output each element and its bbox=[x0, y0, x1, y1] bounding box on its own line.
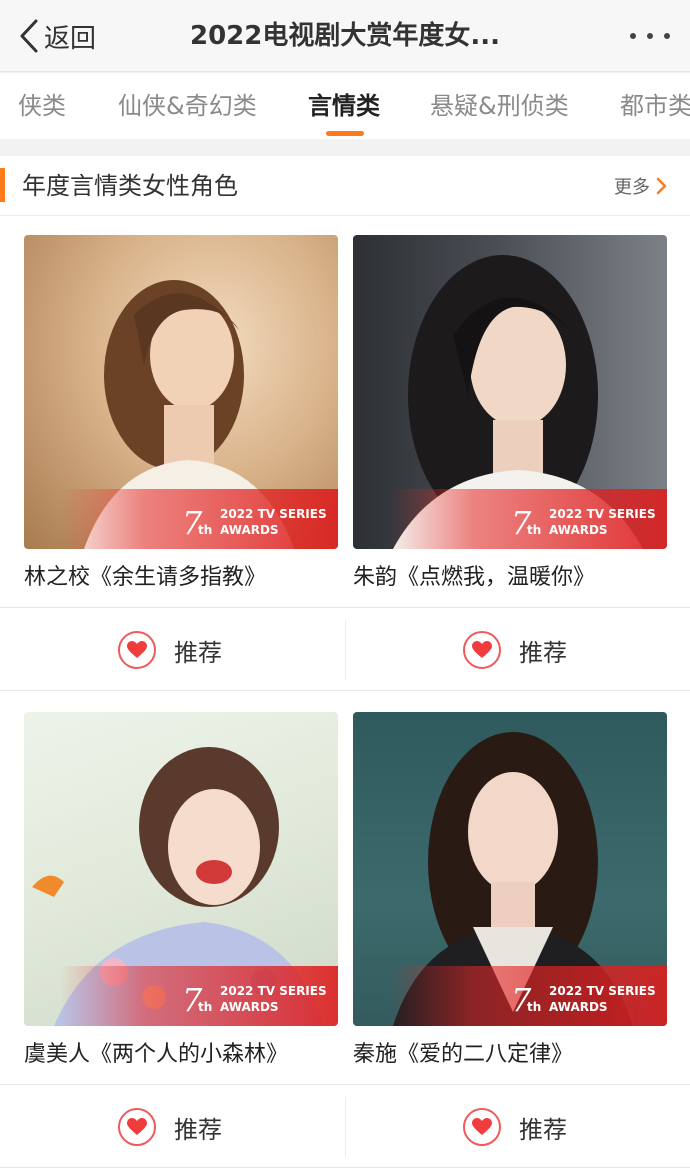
recommend-label: 推荐 bbox=[519, 638, 567, 667]
nominee-caption: 秦施《爱的二八定律》 bbox=[353, 1042, 574, 1067]
more-label: 更多 bbox=[614, 177, 650, 198]
more-link[interactable]: 更多 bbox=[614, 156, 668, 216]
recommend-label: 推荐 bbox=[174, 638, 222, 667]
chevron-right-icon bbox=[656, 177, 667, 195]
recommend-button[interactable]: 推荐 bbox=[463, 608, 567, 692]
active-tab-indicator bbox=[326, 131, 364, 136]
section-title: 年度言情类女性角色 bbox=[22, 172, 238, 200]
section-accent-bar bbox=[0, 168, 5, 202]
tab-urban[interactable]: 都市类 bbox=[620, 73, 690, 139]
nominee-caption: 虞美人《两个人的小森林》 bbox=[24, 1042, 289, 1067]
nominee-photo: 7 th 2022 TV SERIES AWARDS bbox=[24, 235, 338, 549]
back-label: 返回 bbox=[44, 23, 97, 54]
recommend-label: 推荐 bbox=[519, 1115, 567, 1144]
section-header: 年度言情类女性角色 更多 bbox=[0, 156, 690, 216]
category-tabs: 侠类 仙侠&奇幻类 言情类 悬疑&刑侦类 都市类 bbox=[0, 73, 690, 139]
awards-badge: 7 th 2022 TV SERIES AWARDS bbox=[353, 489, 667, 549]
tab-romance[interactable]: 言情类 bbox=[308, 73, 380, 139]
chevron-left-icon bbox=[20, 19, 38, 53]
tab-xianxia-fantasy[interactable]: 仙侠&奇幻类 bbox=[118, 73, 257, 139]
page-title: 2022电视剧大赏年度女... bbox=[190, 21, 500, 51]
tab-suspense-crime[interactable]: 悬疑&刑侦类 bbox=[430, 73, 569, 139]
heart-icon bbox=[118, 1108, 156, 1146]
nominee-photo: 7 th 2022 TV SERIES AWARDS bbox=[353, 235, 667, 549]
recommend-row: 推荐 推荐 bbox=[0, 1084, 690, 1168]
nominee-caption: 林之校《余生请多指教》 bbox=[24, 565, 267, 590]
awards-badge: 7 th 2022 TV SERIES AWARDS bbox=[353, 966, 667, 1026]
back-button[interactable]: 返回 bbox=[18, 14, 96, 58]
awards-badge: 7 th 2022 TV SERIES AWARDS bbox=[24, 489, 338, 549]
nominee-photo: 7 th 2022 TV SERIES AWARDS bbox=[353, 712, 667, 1026]
heart-icon bbox=[463, 631, 501, 669]
nominee-photo: 7 th 2022 TV SERIES AWARDS bbox=[24, 712, 338, 1026]
awards-badge: 7 th 2022 TV SERIES AWARDS bbox=[24, 966, 338, 1026]
more-options-icon[interactable] bbox=[630, 26, 670, 46]
recommend-row: 推荐 推荐 bbox=[0, 607, 690, 691]
top-nav-bar: 返回 2022电视剧大赏年度女... bbox=[0, 0, 690, 72]
nominee-caption: 朱韵《点燃我，温暖你》 bbox=[353, 565, 596, 590]
recommend-button[interactable]: 推荐 bbox=[118, 608, 222, 692]
recommend-button[interactable]: 推荐 bbox=[118, 1085, 222, 1169]
content-panel: 年度言情类女性角色 更多 7 th 2022 TV SERIES AWARDS bbox=[0, 156, 690, 1170]
recommend-label: 推荐 bbox=[174, 1115, 222, 1144]
heart-icon bbox=[118, 631, 156, 669]
heart-icon bbox=[463, 1108, 501, 1146]
tab-xia[interactable]: 侠类 bbox=[18, 73, 66, 139]
recommend-button[interactable]: 推荐 bbox=[463, 1085, 567, 1169]
